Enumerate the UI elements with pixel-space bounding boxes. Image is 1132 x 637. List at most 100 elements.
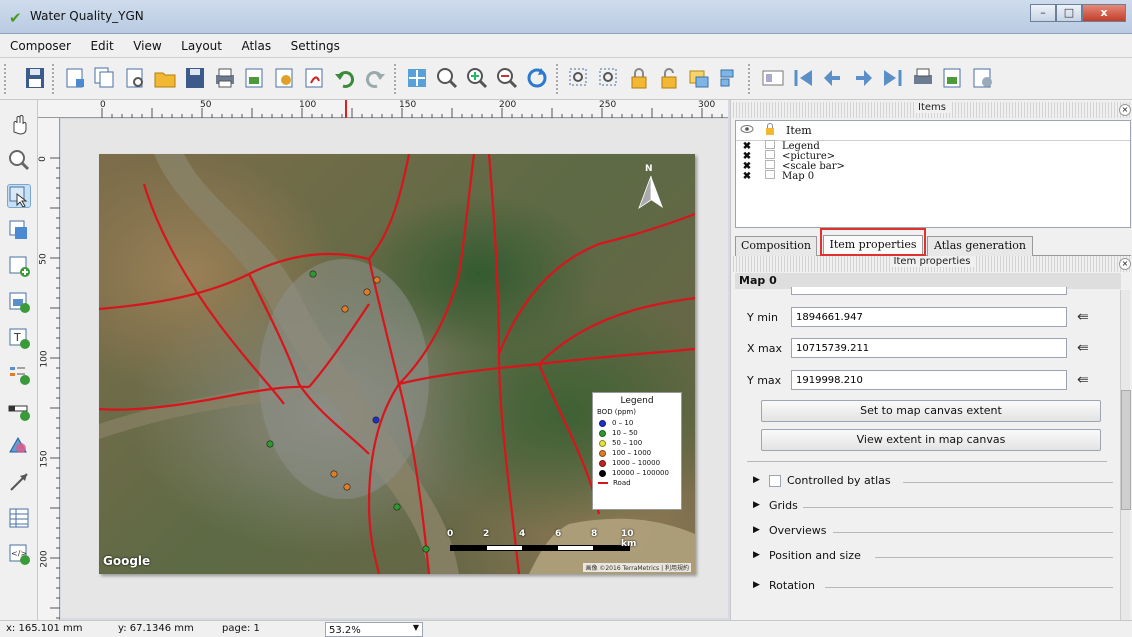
atlas-first-icon[interactable] <box>790 65 816 91</box>
composer-page[interactable]: N Legend BOD (ppm) 0 – 10 10 – 50 50 – 100… <box>99 154 695 574</box>
toolbar-grip[interactable] <box>52 64 56 94</box>
add-scalebar-icon[interactable] <box>7 398 31 422</box>
pan-hand-icon[interactable] <box>7 112 31 136</box>
add-arrow-icon[interactable] <box>7 470 31 494</box>
panel-close-icon[interactable]: × <box>1119 104 1131 116</box>
x-min-field-partial[interactable] <box>791 287 1067 295</box>
expand-arrow-icon[interactable]: ▶ <box>753 550 760 560</box>
x-max-input[interactable] <box>791 338 1067 358</box>
add-image-icon[interactable] <box>7 290 31 314</box>
atlas-print-icon[interactable] <box>910 65 936 91</box>
print-icon[interactable] <box>212 65 238 91</box>
export-pdf-icon[interactable] <box>302 65 328 91</box>
overviews-group[interactable]: ▶ Overviews <box>753 524 1113 540</box>
item-row-legend[interactable]: ✖ Legend <box>736 140 1130 152</box>
items-list[interactable]: Item ✖ Legend ✖ <picture> ✖ <scale bar> … <box>735 120 1131 228</box>
position-and-size-group[interactable]: ▶ Position and size <box>753 549 1113 565</box>
add-label-icon[interactable]: T <box>7 326 31 350</box>
maximize-button[interactable]: □ <box>1056 4 1082 22</box>
tab-composition[interactable]: Composition <box>735 236 817 256</box>
controlled-by-atlas-group[interactable]: ▶ Controlled by atlas <box>753 474 1113 490</box>
redo-icon[interactable] <box>362 65 388 91</box>
pan-item-icon[interactable] <box>566 65 592 91</box>
zoom-full-icon[interactable] <box>404 65 430 91</box>
group-items-icon[interactable] <box>686 65 712 91</box>
menu-layout[interactable]: Layout <box>173 34 230 58</box>
item-row-picture[interactable]: ✖ <picture> <box>736 150 1130 162</box>
atlas-export-icon[interactable] <box>940 65 966 91</box>
map-item[interactable]: N Legend BOD (ppm) 0 – 10 10 – 50 50 – 100… <box>99 154 695 574</box>
close-button[interactable]: x <box>1082 4 1126 22</box>
scrollbar-thumb[interactable] <box>1121 390 1131 510</box>
y-min-input[interactable] <box>791 307 1067 327</box>
data-defined-override-icon[interactable]: ⇚ <box>1077 340 1089 356</box>
select-move-item-icon[interactable] <box>7 184 31 208</box>
lock-items-icon[interactable] <box>626 65 652 91</box>
expand-arrow-icon[interactable]: ▶ <box>753 580 760 590</box>
item-row-scale-bar[interactable]: ✖ <scale bar> <box>736 160 1130 172</box>
toolbar-grip[interactable] <box>556 64 560 94</box>
expand-arrow-icon[interactable]: ▶ <box>753 475 760 485</box>
export-image-icon[interactable] <box>242 65 268 91</box>
export-svg-icon[interactable] <box>272 65 298 91</box>
data-defined-override-icon[interactable]: ⇚ <box>1077 372 1089 388</box>
rotation-group[interactable]: ▶ Rotation <box>753 579 1113 595</box>
atlas-preview-icon[interactable] <box>760 65 786 91</box>
refresh-icon[interactable] <box>524 65 550 91</box>
zoom-100-icon[interactable] <box>434 65 460 91</box>
lock-checkbox[interactable] <box>758 170 782 182</box>
minimize-button[interactable]: – <box>1030 4 1056 22</box>
composer-canvas[interactable]: N Legend BOD (ppm) 0 – 10 10 – 50 50 – 100… <box>61 119 728 618</box>
add-shape-icon[interactable] <box>7 434 31 458</box>
set-to-map-canvas-extent-button[interactable]: Set to map canvas extent <box>761 400 1101 422</box>
add-html-frame-icon[interactable]: </> <box>7 542 31 566</box>
menu-composer[interactable]: Composer <box>0 34 79 58</box>
zoom-out-icon[interactable] <box>494 65 520 91</box>
composer-manager-icon[interactable] <box>122 65 148 91</box>
view-extent-in-map-canvas-button[interactable]: View extent in map canvas <box>761 429 1101 451</box>
zoom-in-icon[interactable] <box>464 65 490 91</box>
unlock-items-icon[interactable] <box>656 65 682 91</box>
controlled-by-atlas-checkbox[interactable] <box>769 475 781 487</box>
save-project-icon[interactable] <box>22 65 48 91</box>
legend-item[interactable]: Legend BOD (ppm) 0 – 10 10 – 50 50 – 100 10… <box>592 392 682 510</box>
atlas-previous-icon[interactable] <box>820 65 846 91</box>
open-template-icon[interactable] <box>152 65 178 91</box>
menu-settings[interactable]: Settings <box>283 34 348 58</box>
scale-bar-item[interactable]: 0 2 4 6 8 10 km <box>445 529 645 565</box>
y-max-input[interactable] <box>791 370 1067 390</box>
grids-group[interactable]: ▶ Grids <box>753 499 1113 515</box>
north-arrow[interactable]: N <box>636 164 666 211</box>
add-map-icon[interactable] <box>7 254 31 278</box>
chevron-down-icon[interactable]: ▼ <box>413 623 419 632</box>
undo-icon[interactable] <box>332 65 358 91</box>
properties-scrollbar[interactable] <box>1120 290 1131 620</box>
tab-atlas-generation[interactable]: Atlas generation <box>927 236 1033 256</box>
atlas-settings-icon[interactable] <box>970 65 996 91</box>
atlas-last-icon[interactable] <box>880 65 906 91</box>
zoom-tool-icon[interactable] <box>7 148 31 172</box>
menu-view[interactable]: View <box>125 34 169 58</box>
move-content-icon[interactable] <box>7 218 31 242</box>
atlas-next-icon[interactable] <box>850 65 876 91</box>
save-template-icon[interactable] <box>182 65 208 91</box>
visible-check-icon[interactable]: ✖ <box>736 171 758 182</box>
add-legend-icon[interactable] <box>7 362 31 386</box>
toolbar-grip[interactable] <box>4 64 8 94</box>
new-composer-icon[interactable] <box>62 65 88 91</box>
add-attribute-table-icon[interactable] <box>7 506 31 530</box>
item-row-map[interactable]: ✖ Map 0 <box>736 170 1130 182</box>
toolbar-grip[interactable] <box>394 64 398 94</box>
data-defined-override-icon[interactable]: ⇚ <box>1077 309 1089 325</box>
toolbar-grip[interactable] <box>748 64 752 94</box>
lock-column-icon[interactable] <box>758 123 782 138</box>
panel-close-icon[interactable]: × <box>1119 258 1131 270</box>
menu-edit[interactable]: Edit <box>82 34 121 58</box>
expand-arrow-icon[interactable]: ▶ <box>753 525 760 535</box>
duplicate-composer-icon[interactable] <box>92 65 118 91</box>
zoom-level-select[interactable]: 53.2% ▼ <box>325 622 423 637</box>
menu-atlas[interactable]: Atlas <box>233 34 279 58</box>
align-items-icon[interactable] <box>716 65 742 91</box>
zoom-item-icon[interactable] <box>596 65 622 91</box>
visibility-eye-icon[interactable] <box>736 124 758 137</box>
